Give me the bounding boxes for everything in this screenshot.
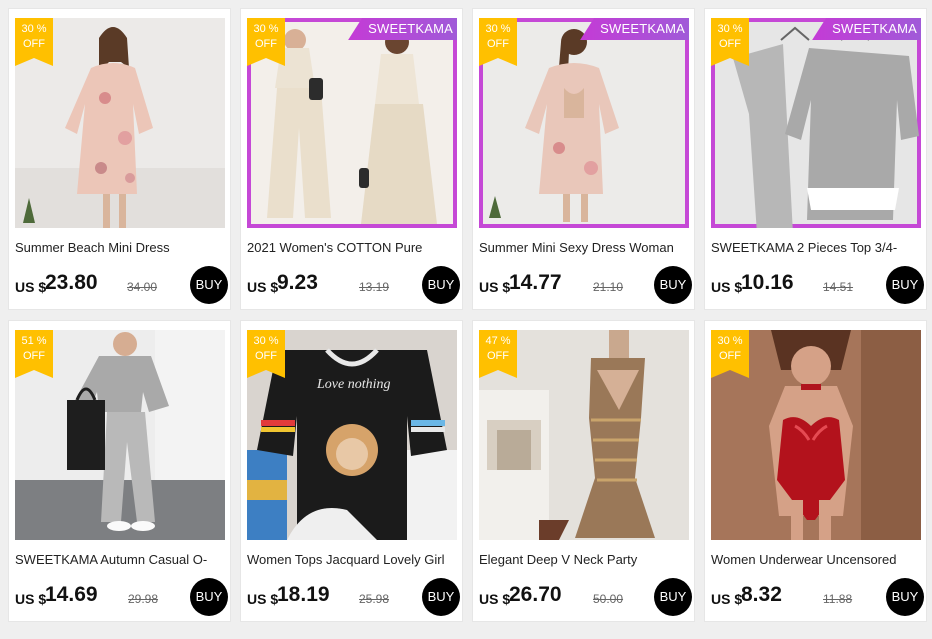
discount-off-label: OFF	[487, 38, 509, 50]
price-row: US $ 14.77 21.10 BUY	[479, 266, 692, 304]
discount-percent: 30 %	[253, 23, 279, 35]
buy-button[interactable]: BUY	[886, 578, 924, 616]
sale-price: 14.77	[509, 271, 562, 294]
product-card[interactable]: 30 % OFF Summer Beach Mini Dress US $ 23…	[8, 8, 231, 310]
currency-label: US $	[247, 591, 279, 607]
discount-badge: 30 % OFF	[711, 18, 749, 66]
brand-tag: SWEETKAMA	[348, 18, 457, 40]
discount-off-label: OFF	[719, 38, 741, 50]
original-price: 29.98	[128, 592, 159, 606]
product-card[interactable]: 51 % OFF SWEETKAMA Autumn Casual O- US $…	[8, 320, 231, 622]
product-card[interactable]: 30 % OFF SWEETKAMA 2021 Women's COTTON P…	[240, 8, 463, 310]
product-card[interactable]: 30 % OFF Women Underwear Uncensored US $…	[704, 320, 927, 622]
product-title[interactable]: Summer Beach Mini Dress	[15, 240, 227, 255]
price-row: US $ 9.23 13.19 BUY	[247, 266, 460, 304]
product-card[interactable]: 47 % OFF Elegant Deep V Neck Party US $ …	[472, 320, 695, 622]
discount-off-label: OFF	[255, 38, 277, 50]
original-price: 11.88	[823, 592, 853, 606]
currency-label: US $	[711, 279, 743, 295]
brand-tag: SWEETKAMA	[812, 18, 921, 40]
discount-off-label: OFF	[255, 350, 277, 362]
sale-price: 9.23	[277, 271, 318, 294]
discount-badge: 51 % OFF	[15, 330, 53, 378]
discount-badge: 30 % OFF	[247, 330, 285, 378]
discount-percent: 30 %	[717, 335, 743, 347]
price-row: US $ 23.80 34.00 BUY	[15, 266, 228, 304]
brand-tag: SWEETKAMA	[580, 18, 689, 40]
product-image[interactable]: 30 % OFF	[15, 18, 225, 228]
currency-label: US $	[711, 591, 743, 607]
discount-badge: 47 % OFF	[479, 330, 517, 378]
currency-label: US $	[247, 279, 279, 295]
buy-button[interactable]: BUY	[190, 578, 228, 616]
discount-percent: 51 %	[21, 335, 47, 347]
discount-off-label: OFF	[23, 350, 45, 362]
sale-price: 18.19	[277, 583, 330, 606]
sale-price: 8.32	[741, 583, 782, 606]
buy-button[interactable]: BUY	[422, 266, 460, 304]
discount-percent: 30 %	[485, 23, 511, 35]
product-title[interactable]: SWEETKAMA Autumn Casual O-	[15, 552, 227, 567]
product-title[interactable]: Women Tops Jacquard Lovely Girl	[247, 552, 459, 567]
buy-button[interactable]: BUY	[422, 578, 460, 616]
sale-price: 14.69	[45, 583, 98, 606]
original-price: 34.00	[127, 280, 158, 294]
discount-badge: 30 % OFF	[15, 18, 53, 66]
discount-badge: 30 % OFF	[711, 330, 749, 378]
product-card[interactable]: Love nothing 30 % OFF Women Tops Jacquar…	[240, 320, 463, 622]
product-image[interactable]: 30 % OFF SWEETKAMA	[711, 18, 921, 228]
discount-percent: 30 %	[717, 23, 743, 35]
product-title[interactable]: 2021 Women's COTTON Pure	[247, 240, 459, 255]
discount-badge: 30 % OFF	[479, 18, 517, 66]
sale-price: 23.80	[45, 271, 98, 294]
original-price: 14.51	[823, 280, 854, 294]
product-card[interactable]: 30 % OFF SWEETKAMA SWEETKAMA 2 Pieces To…	[704, 8, 927, 310]
product-card[interactable]: 30 % OFF SWEETKAMA Summer Mini Sexy Dres…	[472, 8, 695, 310]
price-row: US $ 8.32 11.88 BUY	[711, 578, 924, 616]
price-row: US $ 26.70 50.00 BUY	[479, 578, 692, 616]
product-image[interactable]: 47 % OFF	[479, 330, 689, 540]
price-row: US $ 14.69 29.98 BUY	[15, 578, 228, 616]
buy-button[interactable]: BUY	[654, 266, 692, 304]
sale-price: 26.70	[509, 583, 562, 606]
discount-percent: 30 %	[253, 335, 279, 347]
original-price: 13.19	[359, 280, 390, 294]
buy-button[interactable]: BUY	[654, 578, 692, 616]
discount-badge: 30 % OFF	[247, 18, 285, 66]
buy-button[interactable]: BUY	[886, 266, 924, 304]
product-image[interactable]: 30 % OFF SWEETKAMA	[247, 18, 457, 228]
product-image[interactable]: 51 % OFF	[15, 330, 225, 540]
svg-text:Love nothing: Love nothing	[316, 377, 391, 392]
discount-off-label: OFF	[23, 38, 45, 50]
product-image[interactable]: Love nothing 30 % OFF	[247, 330, 457, 540]
original-price: 21.10	[593, 280, 624, 294]
product-title[interactable]: Summer Mini Sexy Dress Woman	[479, 240, 691, 255]
currency-label: US $	[479, 279, 511, 295]
currency-label: US $	[15, 591, 47, 607]
original-price: 25.98	[359, 592, 390, 606]
original-price: 50.00	[593, 592, 624, 606]
price-row: US $ 10.16 14.51 BUY	[711, 266, 924, 304]
discount-percent: 47 %	[485, 335, 511, 347]
product-image[interactable]: 30 % OFF	[711, 330, 921, 540]
product-title[interactable]: Women Underwear Uncensored	[711, 552, 923, 567]
discount-percent: 30 %	[21, 23, 47, 35]
discount-off-label: OFF	[487, 350, 509, 362]
product-title[interactable]: Elegant Deep V Neck Party	[479, 552, 691, 567]
currency-label: US $	[15, 279, 47, 295]
buy-button[interactable]: BUY	[190, 266, 228, 304]
product-image[interactable]: 30 % OFF SWEETKAMA	[479, 18, 689, 228]
product-title[interactable]: SWEETKAMA 2 Pieces Top 3/4-	[711, 240, 923, 255]
price-row: US $ 18.19 25.98 BUY	[247, 578, 460, 616]
discount-off-label: OFF	[719, 350, 741, 362]
sale-price: 10.16	[741, 271, 794, 294]
currency-label: US $	[479, 591, 511, 607]
